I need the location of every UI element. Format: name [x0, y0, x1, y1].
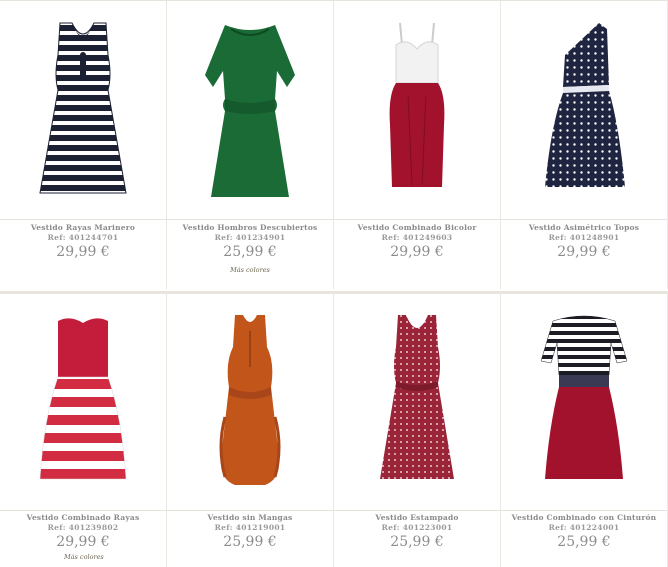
product-image[interactable] — [334, 294, 500, 511]
product-card[interactable]: Vestido Estampado Ref: 401223001 25,99 € — [334, 294, 501, 567]
product-info: Vestido sin Mangas Ref: 401219001 25,99 … — [167, 513, 333, 551]
product-info: Vestido Hombros Descubiertos Ref: 401234… — [167, 223, 333, 274]
more-colors-link[interactable]: Más colores — [0, 553, 166, 561]
product-image[interactable] — [334, 1, 500, 220]
product-price: 25,99 € — [223, 534, 277, 550]
product-name[interactable]: Vestido Hombros Descubiertos — [167, 223, 333, 233]
product-ref: Ref: 401219001 — [214, 523, 286, 532]
product-info: Vestido Rayas Marinero Ref: 401244701 29… — [0, 223, 166, 261]
product-ref: Ref: 401239802 — [47, 523, 119, 532]
product-name[interactable]: Vestido Combinado Bicolor — [334, 223, 500, 233]
product-image[interactable] — [501, 294, 667, 511]
product-card[interactable]: Vestido Asimétrico Topos Ref: 401248901 … — [501, 1, 668, 289]
product-name[interactable]: Vestido Estampado — [334, 513, 500, 523]
product-ref: Ref: 401223001 — [381, 523, 453, 532]
product-card[interactable]: Vestido Combinado Rayas Ref: 401239802 2… — [0, 294, 167, 567]
product-card[interactable]: Vestido sin Mangas Ref: 401219001 25,99 … — [167, 294, 334, 567]
product-grid: Vestido Rayas Marinero Ref: 401244701 29… — [0, 0, 668, 567]
product-price: 29,99 € — [56, 534, 110, 550]
product-name[interactable]: Vestido Combinado Rayas — [0, 513, 166, 523]
product-ref: Ref: 401224001 — [548, 523, 620, 532]
product-price: 29,99 € — [557, 244, 611, 260]
more-colors-link[interactable]: Más colores — [167, 266, 333, 274]
product-name[interactable]: Vestido Combinado con Cinturón — [501, 513, 667, 523]
product-ref: Ref: 401234901 — [214, 233, 286, 242]
product-price: 29,99 € — [56, 244, 110, 260]
product-ref: Ref: 401249603 — [381, 233, 453, 242]
product-name[interactable]: Vestido sin Mangas — [167, 513, 333, 523]
product-ref: Ref: 401244701 — [47, 233, 119, 242]
product-card[interactable]: Vestido Combinado con Cinturón Ref: 4012… — [501, 294, 668, 567]
product-image[interactable] — [167, 1, 333, 220]
product-price: 25,99 € — [390, 534, 444, 550]
product-price: 29,99 € — [390, 244, 444, 260]
product-image[interactable] — [0, 1, 166, 220]
product-ref: Ref: 401248901 — [548, 233, 620, 242]
product-card[interactable]: Vestido Rayas Marinero Ref: 401244701 29… — [0, 1, 167, 289]
product-info: Vestido Asimétrico Topos Ref: 401248901 … — [501, 223, 667, 261]
product-card[interactable]: Vestido Combinado Bicolor Ref: 401249603… — [334, 1, 501, 289]
product-row-2: Vestido Combinado Rayas Ref: 401239802 2… — [0, 291, 668, 567]
product-image[interactable] — [0, 294, 166, 511]
product-name[interactable]: Vestido Rayas Marinero — [0, 223, 166, 233]
product-info: Vestido Combinado Bicolor Ref: 401249603… — [334, 223, 500, 261]
product-price: 25,99 € — [223, 244, 277, 260]
product-image[interactable] — [501, 1, 667, 220]
product-info: Vestido Combinado con Cinturón Ref: 4012… — [501, 513, 667, 551]
product-info: Vestido Estampado Ref: 401223001 25,99 € — [334, 513, 500, 551]
product-price: 25,99 € — [557, 534, 611, 550]
product-row-1: Vestido Rayas Marinero Ref: 401244701 29… — [0, 0, 668, 289]
product-name[interactable]: Vestido Asimétrico Topos — [501, 223, 667, 233]
product-info: Vestido Combinado Rayas Ref: 401239802 2… — [0, 513, 166, 561]
product-image[interactable] — [167, 294, 333, 511]
product-card[interactable]: Vestido Hombros Descubiertos Ref: 401234… — [167, 1, 334, 289]
